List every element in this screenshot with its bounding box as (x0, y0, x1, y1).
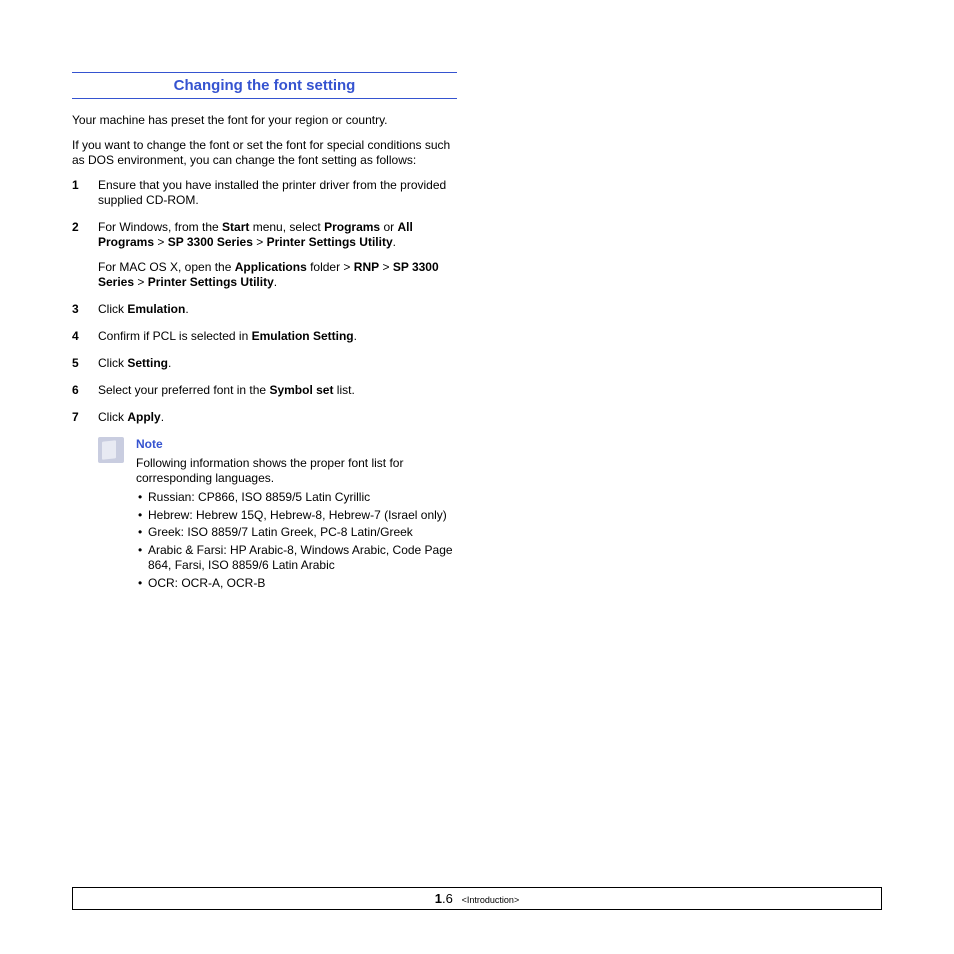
step-body: Select your preferred font in the Symbol… (98, 383, 457, 398)
page-footer: 1.6 <Introduction> (72, 887, 882, 910)
step-item: 4 Confirm if PCL is selected in Emulation… (72, 329, 457, 344)
note-bullet-item: Hebrew: Hebrew 15Q, Hebrew-8, Hebrew-7 (… (136, 508, 457, 524)
step-number: 5 (72, 356, 84, 371)
intro-paragraph-2: If you want to change the font or set th… (72, 138, 457, 168)
note-title: Note (136, 437, 457, 452)
step-number: 6 (72, 383, 84, 398)
note-bullet-item: Russian: CP866, ISO 8859/5 Latin Cyrilli… (136, 490, 457, 506)
step-number: 1 (72, 178, 84, 208)
step-item: 2 For Windows, from the Start menu, selec… (72, 220, 457, 290)
step-item: 3 Click Emulation. (72, 302, 457, 317)
step-body: Click Emulation. (98, 302, 457, 317)
step-text: Confirm if PCL is selected in Emulation … (98, 329, 457, 344)
note-description: Following information shows the proper f… (136, 456, 457, 486)
step-number: 4 (72, 329, 84, 344)
step-body: Ensure that you have installed the print… (98, 178, 457, 208)
step-subtext: For MAC OS X, open the Applications fold… (98, 260, 457, 290)
footer-page: .6 (442, 891, 453, 906)
step-body: Confirm if PCL is selected in Emulation … (98, 329, 457, 344)
step-item: 6 Select your preferred font in the Symbo… (72, 383, 457, 398)
step-number: 2 (72, 220, 84, 290)
step-item: 7 Click Apply. (72, 410, 457, 425)
footer-chapter: 1 (435, 891, 442, 906)
step-item: 5 Click Setting. (72, 356, 457, 371)
step-item: 1 Ensure that you have installed the prin… (72, 178, 457, 208)
step-text: Ensure that you have installed the print… (98, 178, 457, 208)
step-number: 7 (72, 410, 84, 425)
step-text: Click Emulation. (98, 302, 457, 317)
step-text: Click Apply. (98, 410, 457, 425)
note-bullet-item: OCR: OCR-A, OCR-B (136, 576, 457, 592)
step-text: For Windows, from the Start menu, select… (98, 220, 457, 250)
note-bullets: Russian: CP866, ISO 8859/5 Latin Cyrilli… (136, 490, 457, 592)
section-heading: Changing the font setting (72, 72, 457, 99)
note-bullet-item: Arabic & Farsi: HP Arabic-8, Windows Ara… (136, 543, 457, 574)
note-content: Note Following information shows the pro… (136, 437, 457, 594)
note-bullet-item: Greek: ISO 8859/7 Latin Greek, PC-8 Lati… (136, 525, 457, 541)
step-body: Click Apply. (98, 410, 457, 425)
step-text: Select your preferred font in the Symbol… (98, 383, 457, 398)
intro-paragraph-1: Your machine has preset the font for you… (72, 113, 457, 128)
step-body: Click Setting. (98, 356, 457, 371)
note-box: Note Following information shows the pro… (72, 437, 457, 594)
steps-list: 1 Ensure that you have installed the prin… (72, 178, 457, 425)
step-body: For Windows, from the Start menu, select… (98, 220, 457, 290)
footer-section: <Introduction> (462, 895, 520, 905)
step-text: Click Setting. (98, 356, 457, 371)
step-number: 3 (72, 302, 84, 317)
note-icon (98, 437, 124, 463)
